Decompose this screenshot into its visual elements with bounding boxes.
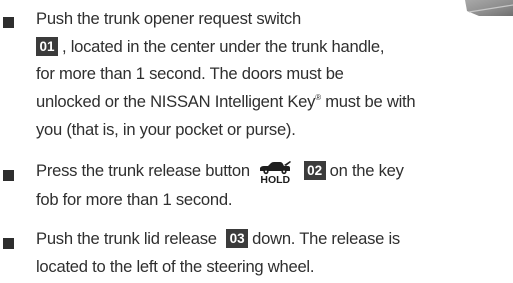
list-item-trunk-opener-switch: Push the trunk opener request switch 01,… bbox=[0, 0, 513, 145]
callout-01: 01 bbox=[36, 36, 58, 56]
list-item-trunk-release-button: Press the trunk release button HOLD 02 on… bbox=[0, 145, 513, 215]
list-item-trunk-lid-release: Push the trunk lid release 03 down. The r… bbox=[0, 220, 513, 283]
callout-02: 02 bbox=[303, 161, 326, 180]
list-item-text: Push the trunk lid release 03 down. The r… bbox=[36, 225, 506, 280]
list-item-text: Push the trunk opener request switch 01,… bbox=[36, 5, 506, 144]
item3-line1-start: Push the trunk lid release bbox=[36, 229, 217, 248]
item1-line3: for more than 1 second. The doors must b… bbox=[36, 64, 344, 84]
list-item-text: Press the trunk release button HOLD 02 on… bbox=[36, 157, 506, 214]
hold-label: HOLD bbox=[260, 174, 291, 186]
item1-line4: unlocked or the NISSAN Intelligent Key bbox=[36, 92, 316, 112]
item3-line1-end: down. The release is bbox=[252, 229, 400, 248]
item1-line1: Push the trunk opener request switch bbox=[36, 9, 301, 28]
item3-line2: located to the left of the steering whee… bbox=[36, 256, 315, 276]
item2-line1-start: Press the trunk release button bbox=[36, 161, 250, 180]
item2-line2: fob for more than 1 second. bbox=[36, 190, 233, 209]
bullet-icon bbox=[3, 238, 14, 249]
bullet-icon bbox=[3, 170, 14, 181]
item1-line4-end: must be with bbox=[320, 92, 416, 112]
item1-line2: , located in the center under the trunk … bbox=[62, 36, 385, 56]
item2-line1-end: on the key bbox=[329, 161, 404, 180]
item1-line5: you (that is, in your pocket or purse). bbox=[36, 119, 296, 139]
callout-03: 03 bbox=[226, 229, 249, 248]
bullet-icon bbox=[3, 17, 14, 28]
car-trunk-open-icon: HOLD bbox=[256, 160, 294, 186]
